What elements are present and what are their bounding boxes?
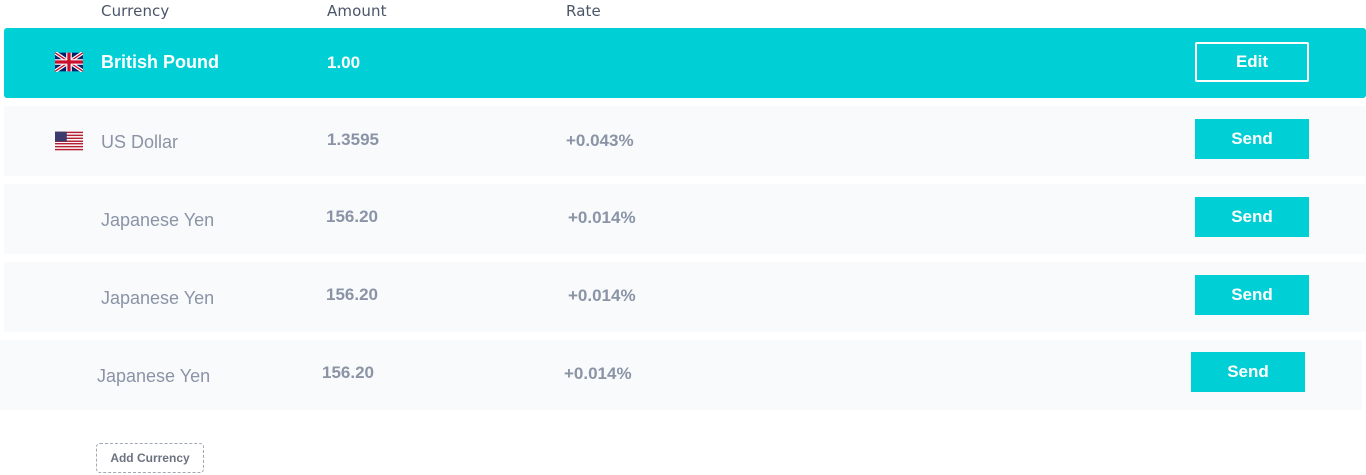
currency-row: US Dollar 1.3595 +0.043% Send (4, 106, 1366, 176)
header-rate: Rate (566, 2, 601, 20)
currency-name: Japanese Yen (101, 288, 215, 308)
add-currency-button[interactable]: Add Currency (96, 443, 204, 473)
send-button[interactable]: Send (1191, 352, 1305, 392)
currency-rate: +0.014% (568, 286, 636, 305)
currency-rate: +0.043% (566, 131, 634, 150)
currency-row: Japanese Yen 156.20 +0.014% Send (4, 262, 1366, 332)
send-button[interactable]: Send (1195, 119, 1309, 159)
currency-amount: 156.20 (322, 363, 374, 382)
send-button[interactable]: Send (1195, 197, 1309, 237)
us-flag-icon (55, 131, 83, 151)
edit-button[interactable]: Edit (1195, 42, 1309, 82)
currency-name: British Pound (101, 52, 219, 72)
currency-row: Japanese Yen 156.20 +0.014% Send (4, 184, 1366, 254)
header-amount: Amount (327, 2, 387, 20)
currency-rate: +0.014% (568, 208, 636, 227)
currency-rate: +0.014% (564, 364, 632, 383)
currency-row: Japanese Yen 156.20 +0.014% Send (0, 340, 1362, 410)
currency-amount: 1.00 (327, 53, 361, 72)
currency-converter: Currency Amount Rate British Pound 1.00 … (0, 0, 1366, 475)
currency-amount: 156.20 (326, 207, 378, 226)
send-button[interactable]: Send (1195, 275, 1309, 315)
currency-amount: 156.20 (326, 285, 378, 304)
currency-amount: 1.3595 (327, 130, 379, 149)
currency-name: Japanese Yen (101, 210, 215, 230)
header-currency: Currency (101, 2, 170, 20)
currency-name: Japanese Yen (97, 366, 211, 386)
base-currency-row: British Pound 1.00 Edit (4, 28, 1366, 98)
currency-name: US Dollar (101, 132, 179, 152)
uk-flag-icon (55, 52, 83, 72)
